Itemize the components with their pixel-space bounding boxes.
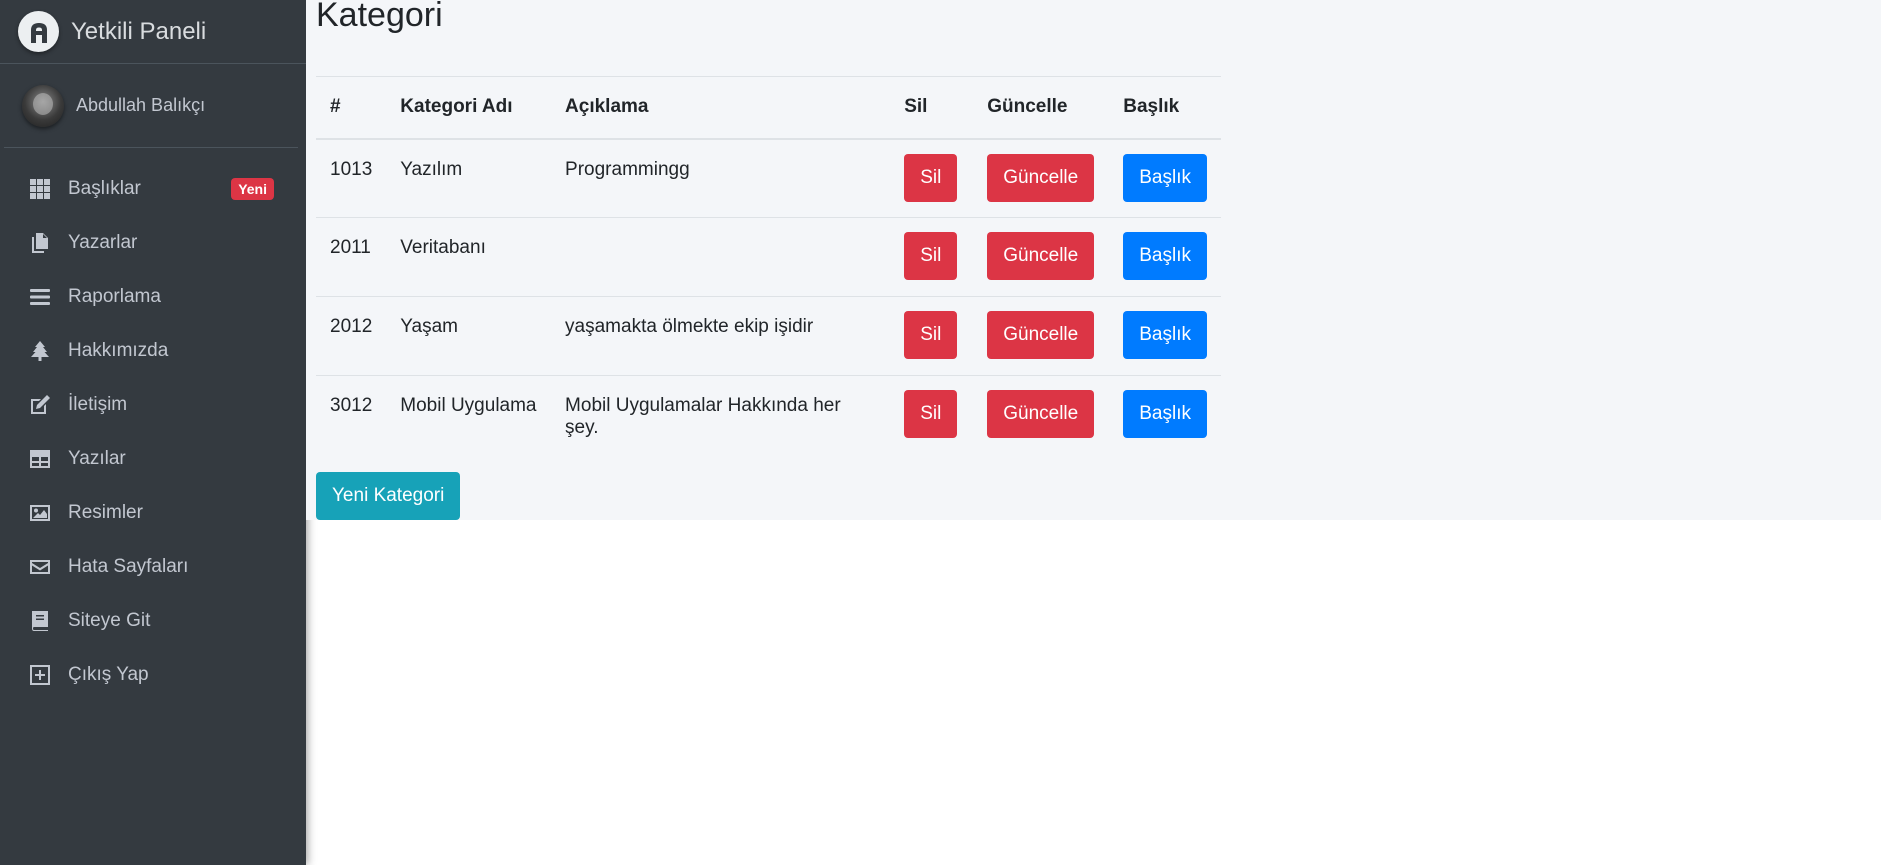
- title-button[interactable]: Başlık: [1123, 390, 1207, 438]
- plus-square-icon: [28, 663, 52, 687]
- category-description: [551, 217, 891, 297]
- sidebar-item-iletisim[interactable]: İletişim: [8, 378, 298, 432]
- category-name: Yazılım: [386, 138, 552, 218]
- category-id: 2011: [316, 217, 387, 297]
- table-header-row: # Kategori Adı Açıklama Sil Güncelle Baş…: [316, 76, 1221, 140]
- category-description: yaşamakta ölmekte ekip işidir: [551, 296, 891, 376]
- category-name: Veritabanı: [386, 217, 552, 297]
- sidebar-item-hata-sayfalari[interactable]: Hata Sayfaları: [8, 540, 298, 594]
- sidebar-nav: Başlıklar Yeni Yazarlar Raporlama Hakkım…: [0, 162, 306, 702]
- category-id: 3012: [316, 375, 387, 455]
- update-button[interactable]: Güncelle: [987, 390, 1095, 438]
- table-row: 2012 Yaşam yaşamakta ölmekte ekip işidir…: [316, 296, 1221, 376]
- sidebar-item-label: İletişim: [68, 394, 128, 415]
- sidebar-item-label: Yazılar: [68, 448, 126, 469]
- sidebar-item-siteye-git[interactable]: Siteye Git: [8, 594, 298, 648]
- category-name: Mobil Uygulama: [386, 375, 552, 455]
- sidebar-item-label: Raporlama: [68, 286, 161, 307]
- sidebar: Yetkili Paneli Abdullah Balıkçı Başlıkla…: [0, 0, 306, 865]
- category-description: Programmingg: [551, 138, 891, 218]
- sidebar-item-label: Hakkımızda: [68, 340, 169, 361]
- sidebar-item-resimler[interactable]: Resimler: [8, 486, 298, 540]
- sidebar-item-label: Başlıklar: [68, 178, 141, 199]
- category-description: Mobil Uygulamalar Hakkında her şey.: [551, 375, 891, 455]
- column-header-update: Güncelle: [973, 76, 1110, 140]
- category-table: # Kategori Adı Açıklama Sil Güncelle Baş…: [316, 76, 1221, 455]
- sidebar-item-label: Hata Sayfaları: [68, 556, 189, 577]
- update-button[interactable]: Güncelle: [987, 311, 1095, 359]
- sidebar-item-cikis-yap[interactable]: Çıkış Yap: [8, 648, 298, 702]
- delete-button[interactable]: Sil: [904, 390, 958, 438]
- table-icon: [28, 447, 52, 471]
- tree-icon: [28, 339, 52, 363]
- column-header-delete: Sil: [890, 76, 974, 140]
- delete-button[interactable]: Sil: [904, 311, 958, 359]
- table-row: 2011 Veritabanı Sil Güncelle Başlık: [316, 217, 1221, 297]
- column-header-id: #: [316, 76, 387, 140]
- image-icon: [28, 501, 52, 525]
- book-icon: [28, 609, 52, 633]
- copy-icon: [28, 231, 52, 255]
- sidebar-item-hakkimizda[interactable]: Hakkımızda: [8, 324, 298, 378]
- brand-title: Yetkili Paneli: [71, 17, 207, 45]
- user-panel[interactable]: Abdullah Balıkçı: [4, 64, 298, 148]
- main-content: Kategori # Kategori Adı Açıklama Sil Gün…: [306, 0, 1881, 520]
- delete-button[interactable]: Sil: [904, 153, 958, 202]
- title-button[interactable]: Başlık: [1123, 311, 1207, 359]
- bars-icon: [28, 285, 52, 309]
- table-row: 1013 Yazılım Programmingg Sil Güncelle B…: [316, 138, 1221, 218]
- edit-icon: [28, 393, 52, 417]
- envelope-icon: [28, 555, 52, 579]
- sidebar-item-basliklar[interactable]: Başlıklar Yeni: [8, 162, 298, 216]
- title-button[interactable]: Başlık: [1123, 232, 1207, 280]
- update-button[interactable]: Güncelle: [987, 153, 1095, 202]
- brand-link[interactable]: Yetkili Paneli: [0, 0, 306, 64]
- sidebar-item-label: Çıkış Yap: [68, 664, 149, 685]
- sidebar-item-yazilar[interactable]: Yazılar: [8, 432, 298, 486]
- user-name[interactable]: Abdullah Balıkçı: [76, 95, 205, 116]
- title-button[interactable]: Başlık: [1123, 153, 1207, 202]
- update-button[interactable]: Güncelle: [987, 232, 1095, 280]
- sidebar-item-label: Siteye Git: [68, 610, 151, 631]
- new-badge: Yeni: [231, 178, 274, 200]
- column-header-description: Açıklama: [551, 76, 891, 140]
- sidebar-item-label: Yazarlar: [68, 232, 138, 253]
- table-row: 3012 Mobil Uygulama Mobil Uygulamalar Ha…: [316, 375, 1221, 455]
- avatar: [22, 84, 64, 127]
- category-id: 1013: [316, 138, 387, 218]
- column-header-title: Başlık: [1109, 76, 1221, 140]
- delete-button[interactable]: Sil: [904, 232, 958, 280]
- column-header-name: Kategori Adı: [386, 76, 552, 140]
- sidebar-item-label: Resimler: [68, 502, 143, 523]
- brand-logo: [18, 11, 59, 52]
- sidebar-item-raporlama[interactable]: Raporlama: [8, 270, 298, 324]
- sidebar-item-yazarlar[interactable]: Yazarlar: [8, 216, 298, 270]
- grid-icon: [28, 177, 52, 201]
- page-title: Kategori: [316, 0, 443, 34]
- category-id: 2012: [316, 296, 387, 376]
- new-category-button[interactable]: Yeni Kategori: [316, 472, 461, 520]
- category-name: Yaşam: [386, 296, 552, 376]
